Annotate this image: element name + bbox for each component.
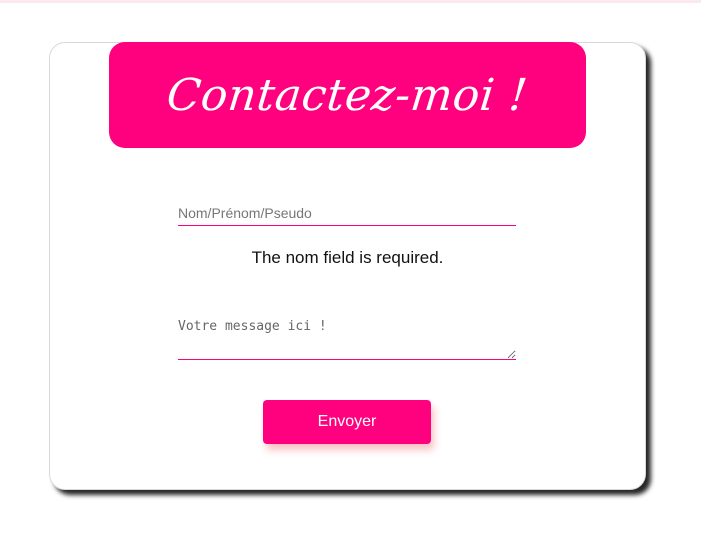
contact-card: Contactez-moi ! The nom field is require… (49, 42, 646, 490)
message-textarea[interactable] (178, 319, 516, 360)
contact-header: Contactez-moi ! (109, 42, 586, 148)
page-title: Contactez-moi ! (164, 69, 531, 121)
send-button[interactable]: Envoyer (263, 400, 431, 444)
name-error-message: The nom field is required. (251, 248, 444, 267)
top-strip (0, 0, 701, 3)
name-input[interactable] (178, 201, 516, 226)
